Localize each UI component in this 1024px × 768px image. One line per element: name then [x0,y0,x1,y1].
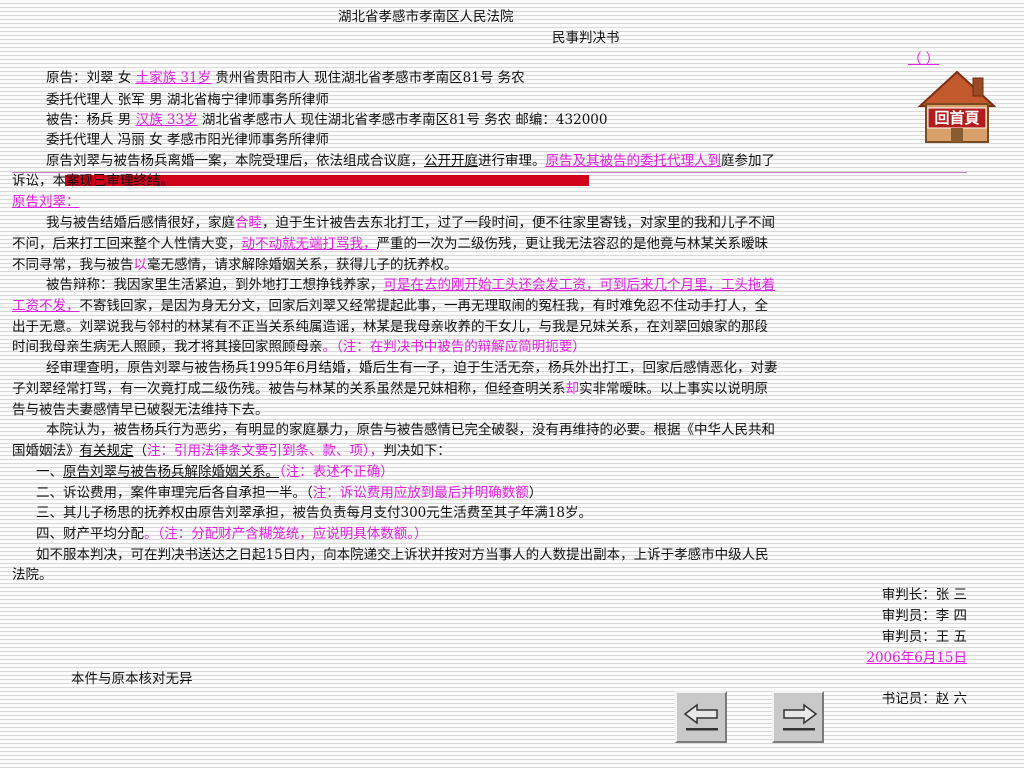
claim-text: ，迫于生计被告去东北打工，过了一段时间，便不往家里寄钱，对家里的我和儿子不闻 [262,215,775,231]
claim-text: 毫无感情，请求解除婚姻关系，获得儿子的抚养权。 [147,257,458,273]
judgment-item-1: 一、原告刘翠与被告杨兵解除婚姻关系。（注：表述不正确） [12,461,991,483]
findings-line-2: 子刘翠经常打骂，有一次竟打成二级伤残。被告与林某的关系虽然是兄妹相称，但经查明关… [12,378,967,400]
reasoning-line-1: 本院认为，被告杨兵行为恶劣，有明显的家庭暴力，原告与被告感情已完全破裂，没有再维… [46,422,775,438]
plaintiff-claim-heading: 原告刘翠： [12,194,80,210]
previous-button[interactable] [675,691,727,743]
arrow-left-icon [683,703,718,731]
claim-text: 不问，后来打工回来整个人性情大变， [12,236,242,252]
judgment-item-4: 四、财产平均分配。（注：分配财产含糊笼统，应说明具体数额。） [12,523,991,545]
annotation-attendance: 原告及其被告的委托代理人到 [545,153,722,169]
judge-2: 审判员：王 五 [881,629,967,645]
judgment-text: 二、诉讼费用，案件审理完后各自承担一半。（ [36,485,313,501]
judge-1: 审判员：李 四 [881,608,967,624]
defense-text: 时间我母亲生病无人照顾，我才将其接回家照顾母亲 [12,339,323,355]
claim-text: 不同寻常，我与被告 [12,257,134,273]
findings-line-3: 告与被告夫妻感情早已破裂无法维持下去。 [12,402,269,418]
defendant-address: 湖北省孝感市人 现住湖北省孝感市孝南区81号 务农 邮编：432000 [197,112,608,128]
annotation-note: （注：表述不正确） [279,464,394,480]
appeal-line-1: 如不服本判决，可在判决书送达之日起15日内，向本院递交上诉状并按对方当事人的人数… [36,547,769,563]
defense-line-2: 工资不发，不寄钱回家，是因为身无分文，回家后刘翠又经常提起此事，一再无理取闹的冤… [12,295,967,317]
appeal-line-2: 法院。 [12,567,53,583]
judgment-text: 四、财产平均分配 [36,526,144,542]
public-hearing: 公开开庭 [424,153,478,169]
defendant-ethnicity-age: 汉族 33岁 [135,112,198,128]
plaintiff-agent: 委托代理人 张军 男 湖北省梅宁律师事务所律师 [46,92,329,108]
claim-text: 严重的一次为二级伤残，更让我无法容忍的是他竟与林某关系暧昧 [376,236,769,252]
typo-marker: 以 [133,257,148,273]
judgment-text: ） [528,485,543,501]
intro-text: 原告刘翠与被告杨兵离婚一案，本院受理后，依法组成合议庭， [46,153,424,169]
findings-text: 实非常暧昧。以上事实以说明原 [579,381,768,397]
plaintiff-ethnicity-age: 土家族 31岁 [135,70,212,86]
intro-text: 庭参加了 [721,153,775,169]
judgment-item-3: 三、其儿子杨思的抚养权由原告刘翠承担，被告负责每月支付300元生活费至其子年满1… [36,505,592,521]
findings-line-1: 经审理查明，原告刘翠与被告杨兵1995年6月结婚，婚后生有一子，迫于生活无奈，杨… [46,360,778,376]
intro-text: 诉讼， [12,173,53,189]
intro-line-2: 诉讼，本案现已审理终结。 [12,170,967,192]
defense-text: 被告辩称：我因家里生活紧迫，到外地打工想挣钱养家， [46,277,384,293]
annotation-note: 注：诉讼费用应放到最后并明确数额 [312,485,529,501]
annotation-phrase: 工资不发， [12,298,80,314]
annotation-phrase: 动不动就无端打骂我， [241,236,377,252]
claim-line-1: 我与被告结婚后感情很好，家庭合睦，迫于生计被告去东北打工，过了一段时间，便不往家… [12,212,1001,234]
annotation-note: 。（注：在判决书中被告的辩解应简明扼要） [322,339,586,355]
document-type: 民事判决书 [552,30,620,46]
case-concluded-text: 本案现已审理终结。 [52,173,175,189]
plaintiff-name: 原告：刘翠 女 [46,70,136,86]
defense-text: 不寄钱回家，是因为身无分文，回家后刘翠又经常提起此事，一再无理取闹的冤枉我，有时… [79,298,769,314]
plaintiff-address: 贵州省贵阳市人 现住湖北省孝感市孝南区81号 务农 [211,70,525,86]
intro-line-1: 原告刘翠与被告杨兵离婚一案，本院受理后，依法组成合议庭，公开开庭进行审理。原告及… [12,150,1001,172]
relevant-provisions: 有关规定 [79,443,134,459]
clerk: 书记员：赵 六 [881,691,967,707]
judgment-date: 2006年6月15日 [866,650,967,666]
annotation-note: 注：引用法律条文要引到条、款、项）， [147,443,384,459]
claim-line-2: 不问，后来打工回来整个人性情大变，动不动就无端打骂我，严重的一次为二级伤残，更让… [12,233,967,255]
judgment-text: 原告刘翠与被告杨兵解除婚姻关系。 [63,464,279,480]
claim-text: 我与被告结婚后感情很好，家庭 [46,215,235,231]
court-name: 湖北省孝感市孝南区人民法院 [338,9,514,25]
claim-line-3: 不同寻常，我与被告以毫无感情，请求解除婚姻关系，获得儿子的抚养权。 [12,254,967,276]
arrow-right-icon [783,703,818,731]
certification: 本件与原本核对无异 [71,671,193,687]
next-button[interactable] [772,691,824,743]
reasoning-line-2: 国婚姻法》有关规定（注：引用法律条文要引到条、款、项），判决如下： [12,440,967,462]
typo-marker: 却 [565,381,580,397]
defense-line-4: 时间我母亲生病无人照顾，我才将其接回家照顾母亲。（注：在判决书中被告的辩解应简明… [12,336,967,358]
defense-line-1: 被告辩称：我因家里生活紧迫，到外地打工想挣钱养家，可是在去的刚开始工头还会发工资… [12,274,1001,296]
reasoning-text: （ [133,443,148,459]
chief-judge: 审判长：张 三 [881,587,967,603]
judgment-item-2: 二、诉讼费用，案件审理完后各自承担一半。（注：诉讼费用应放到最后并明确数额） [12,482,991,504]
judgment-text: 一、 [36,464,63,480]
defense-line-3: 出于无意。刘翠说我与邻村的林某有不正当关系纯属造谣，林某是我母亲收养的干女儿，与… [12,319,768,335]
findings-text: 子刘翠经常打骂，有一次竟打成二级伤残。被告与林某的关系虽然是兄妹相称，但经查明关… [12,381,566,397]
plaintiff-line: 原告：刘翠 女 土家族 31岁 贵州省贵阳市人 现住湖北省孝感市孝南区81号 务… [12,67,1001,89]
defendant-agent: 委托代理人 冯丽 女 孝感市阳光律师事务所律师 [46,132,329,148]
reasoning-text: 国婚姻法》 [12,443,80,459]
defendant-name: 被告：杨兵 男 [46,112,136,128]
reasoning-text: 判决如下： [383,443,451,459]
annotation-note: 。（注：分配财产含糊笼统，应说明具体数额。） [144,526,428,542]
intro-text: 进行审理。 [478,153,546,169]
annotation-phrase: 可是在去的刚开始工头还会发工资，可到后来几个月里，工头拖着 [383,277,776,293]
typo-marker: 合睦 [235,215,262,231]
defendant-line: 被告：杨兵 男 汉族 33岁 湖北省孝感市人 现住湖北省孝感市孝南区81号 务农… [12,109,1001,131]
